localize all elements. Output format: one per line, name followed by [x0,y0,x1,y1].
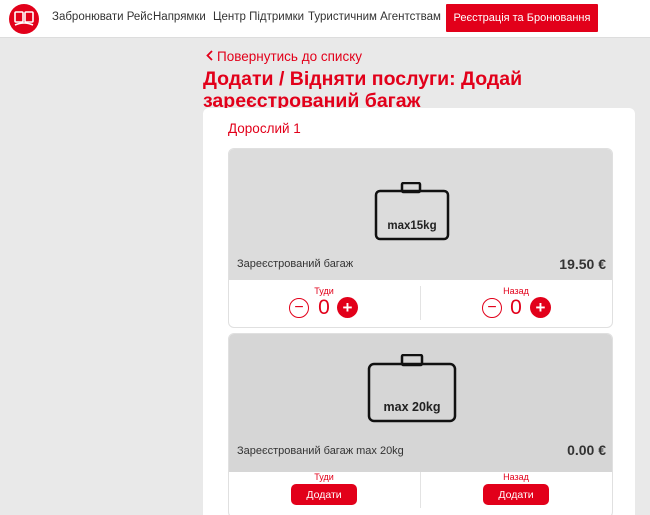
column-divider [420,472,421,508]
bag-weight-label: max15kg [387,220,437,232]
outbound-decrease-button[interactable]: − [289,298,309,318]
suitcase-icon: max15kg [374,181,450,242]
return-count: 0 [510,296,522,319]
return-label: Назад [503,286,529,296]
bag-name: Зареєстрований багаж max 20kg [237,445,404,457]
chevron-left-icon [206,49,213,64]
suitcase-icon: max 20kg [367,353,457,424]
outbound-label: Туди [314,286,334,296]
bag-price: 0.00 € [567,442,606,458]
return-label: Назад [503,472,529,482]
baggage-option-card: max 20kg Зареєстрований багаж max 20kg 0… [228,333,613,515]
top-navigation-bar: Забронювати Рейс Напрямки Центр Підтримк… [0,0,650,38]
back-to-list-link[interactable]: Повернутись до списку [206,49,362,64]
column-divider [420,286,421,320]
bag-name: Зареєстрований багаж [237,258,354,270]
bag-price: 19.50 € [559,256,606,272]
page-title: Додати / Відняти послуги: Додай зареєстр… [203,68,523,112]
minus-icon: − [487,299,497,316]
return-decrease-button[interactable]: − [482,298,502,318]
baggage-option-info: max15kg Зареєстрований багаж 19.50 € [229,149,612,280]
plus-icon: + [342,298,353,317]
outbound-increase-button[interactable]: + [337,297,358,318]
baggage-panel: Дорослий 1 max15kg Зареєстрований багаж … [203,108,635,515]
checkin-booking-button[interactable]: Реєстрація та Бронювання [446,4,598,32]
back-link-label: Повернутись до списку [217,49,363,64]
plus-icon: + [535,298,546,317]
baggage-option-info: max 20kg Зареєстрований багаж max 20kg 0… [229,334,612,472]
baggage-option-card: max15kg Зареєстрований багаж 19.50 € Туд… [228,148,613,328]
bag-weight-label: max 20kg [383,400,441,414]
return-increase-button[interactable]: + [530,297,551,318]
nav-destinations[interactable]: Напрямки [153,11,206,23]
outbound-label: Туди [314,472,334,482]
passenger-label: Дорослий 1 [228,121,301,136]
minus-icon: − [294,299,304,316]
return-add-button[interactable]: Додати [483,484,549,505]
outbound-count: 0 [318,296,330,319]
nav-book-flight[interactable]: Забронювати Рейс [52,11,152,23]
nav-support-center[interactable]: Центр Підтримки [213,11,304,23]
nav-travel-agencies[interactable]: Туристичним Агентствам [308,11,441,23]
outbound-add-button[interactable]: Додати [291,484,357,505]
logo-icon[interactable] [9,4,39,34]
